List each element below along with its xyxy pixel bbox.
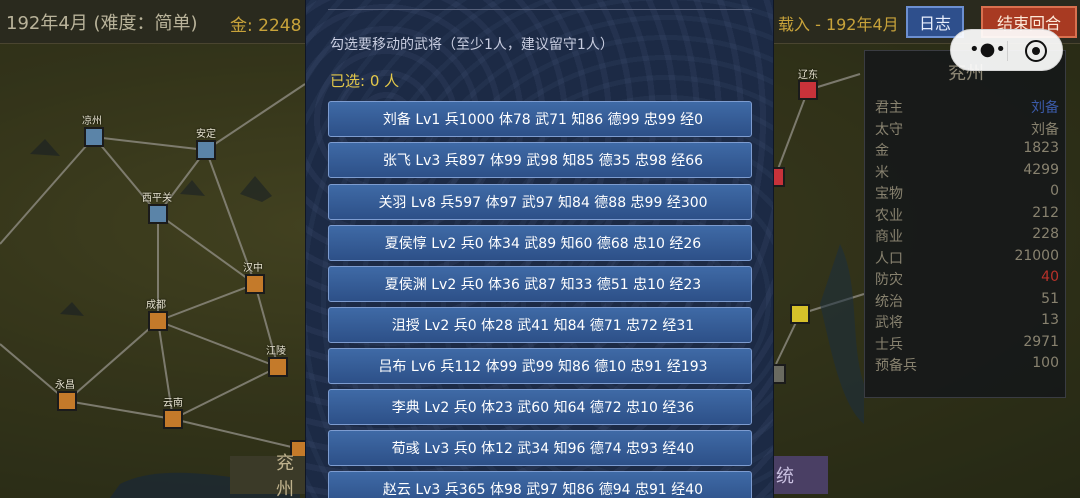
general-stats: 刘备 Lv1 兵1000 体78 武71 知86 德99 忠99 经0 xyxy=(382,112,704,128)
city-marker[interactable] xyxy=(84,127,104,147)
info-row: 金 1823 xyxy=(875,140,1059,160)
info-value: 228 xyxy=(1032,226,1059,242)
move-generals-dialog: 勾选要移动的武将（至少1人，建议留守1人） 已选: 0 人 刘备 Lv1 兵10… xyxy=(305,0,774,498)
info-row: 士兵 2971 xyxy=(875,334,1059,354)
info-key: 米 xyxy=(875,164,889,181)
general-option[interactable]: 赵云 Lv3 兵365 体98 武97 知86 德94 忠91 经40 xyxy=(328,471,752,498)
general-stats: 夏侯惇 Lv2 兵0 体34 武89 知60 德68 忠10 经26 xyxy=(384,236,702,252)
log-button[interactable]: 日志 xyxy=(906,6,964,38)
general-stats: 张飞 Lv3 兵897 体99 武98 知85 德35 忠98 经66 xyxy=(382,153,704,169)
info-value: 100 xyxy=(1032,355,1059,371)
city-label: 凉州 xyxy=(82,116,102,127)
info-value: 2971 xyxy=(1023,333,1059,350)
general-option[interactable]: 荀彧 Lv3 兵0 体12 武34 知96 德74 忠93 经40 xyxy=(328,430,752,466)
city-label: 成都 xyxy=(146,300,166,311)
bottom-city-tab[interactable]: 兖州 xyxy=(230,453,306,498)
info-key: 武将 xyxy=(875,315,903,331)
general-option[interactable]: 刘备 Lv1 兵1000 体78 武71 知86 德99 忠99 经0 xyxy=(328,101,752,137)
city-marker[interactable] xyxy=(57,391,77,411)
general-option[interactable]: 关羽 Lv8 兵597 体97 武97 知84 德88 忠99 经300 xyxy=(328,184,752,220)
info-row: 米 4299 xyxy=(875,162,1059,182)
info-row: 宝物 0 xyxy=(875,183,1059,203)
info-key: 农业 xyxy=(875,207,903,224)
general-option[interactable]: 沮授 Lv2 兵0 体28 武41 知84 德71 忠72 经31 xyxy=(328,307,752,343)
city-label: 永昌 xyxy=(55,380,75,391)
info-value: 212 xyxy=(1032,204,1059,221)
bottom-command-tab[interactable]: 统 xyxy=(774,456,828,494)
info-row: 预备兵 100 xyxy=(875,355,1059,375)
general-stats: 沮授 Lv2 兵0 体28 武41 知84 德71 忠72 经31 xyxy=(391,318,695,334)
info-key: 金 xyxy=(875,143,889,159)
info-value: 刘备 xyxy=(1031,121,1059,138)
city-marker[interactable] xyxy=(196,140,216,160)
city-label: 云南 xyxy=(163,398,183,409)
info-key: 士兵 xyxy=(875,336,903,353)
city-marker[interactable] xyxy=(790,304,810,324)
info-value: 0 xyxy=(1050,183,1059,199)
general-option[interactable]: 李典 Lv2 兵0 体23 武60 知64 德72 忠10 经36 xyxy=(328,389,752,425)
info-value: 51 xyxy=(1041,290,1059,307)
info-key: 商业 xyxy=(875,229,903,245)
info-key: 宝物 xyxy=(875,186,903,202)
city-info-panel: 兖州 君主 刘备 太守 刘备金 1823 米 4299 宝物 0 农业 212 商业 228 人口 2100… xyxy=(864,50,1066,398)
info-value: 40 xyxy=(1041,269,1059,285)
info-row: 防灾 40 xyxy=(875,269,1059,289)
info-row: 人口 21000 xyxy=(875,248,1059,268)
general-option[interactable]: 吕布 Lv6 兵112 体99 武99 知86 德10 忠91 经193 xyxy=(328,348,752,384)
info-row: 农业 212 xyxy=(875,205,1059,225)
general-stats: 关羽 Lv8 兵597 体97 武97 知84 德88 忠99 经300 xyxy=(378,195,708,211)
city-marker[interactable] xyxy=(148,204,168,224)
info-key: 太守 xyxy=(875,121,903,138)
close-target-icon[interactable] xyxy=(1025,40,1047,62)
general-option[interactable]: 张飞 Lv3 兵897 体99 武98 知85 德35 忠98 经66 xyxy=(328,142,752,178)
general-stats: 吕布 Lv6 兵112 体99 武99 知86 德10 忠91 经193 xyxy=(378,359,708,375)
game-date-difficulty: 192年4月 (难度：简单) xyxy=(6,13,198,34)
info-value: 刘备 xyxy=(1031,100,1059,116)
general-stats: 荀彧 Lv3 兵0 体12 武34 知96 德74 忠93 经40 xyxy=(391,441,695,457)
general-option[interactable]: 夏侯惇 Lv2 兵0 体34 武89 知60 德68 忠10 经26 xyxy=(328,225,752,261)
info-value: 13 xyxy=(1041,312,1059,328)
info-row: 商业 228 xyxy=(875,226,1059,246)
city-label: 西平关 xyxy=(142,193,172,204)
city-label: 汉中 xyxy=(243,263,263,274)
game-screen: 192年4月 (难度：简单) 金: 2248 载入 - 192年4月 日志 结束… xyxy=(0,0,1080,498)
general-stats: 赵云 Lv3 兵365 体98 武97 知86 德94 忠91 经40 xyxy=(382,482,704,498)
info-key: 预备兵 xyxy=(875,358,917,374)
selected-count: 已选: 0 人 xyxy=(330,72,400,90)
capsule-divider xyxy=(1007,41,1008,61)
info-key: 防灾 xyxy=(875,272,903,288)
city-marker[interactable] xyxy=(245,274,265,294)
general-stats: 夏侯渊 Lv2 兵0 体36 武87 知33 德51 忠10 经23 xyxy=(384,277,702,293)
city-marker[interactable] xyxy=(163,409,183,429)
loaded-save-label: 载入 - 192年4月 xyxy=(778,15,899,34)
info-value: 21000 xyxy=(1014,247,1059,264)
city-marker[interactable] xyxy=(148,311,168,331)
info-key: 君主 xyxy=(875,100,903,116)
city-label: 辽东 xyxy=(798,70,818,81)
info-row: 太守 刘备 xyxy=(875,119,1059,139)
info-value: 1823 xyxy=(1023,140,1059,156)
general-stats: 李典 Lv2 兵0 体23 武60 知64 德72 忠10 经36 xyxy=(391,400,695,416)
info-key: 人口 xyxy=(875,250,903,267)
city-marker[interactable] xyxy=(798,80,818,100)
gold-counter: 金: 2248 xyxy=(230,16,302,36)
city-label: 安定 xyxy=(196,129,216,140)
info-row: 统治 51 xyxy=(875,291,1059,311)
dialog-top-divider xyxy=(328,0,752,10)
city-marker[interactable] xyxy=(268,357,288,377)
more-dots-icon[interactable]: •●• xyxy=(969,41,1006,60)
info-row: 君主 刘备 xyxy=(875,97,1059,117)
general-option[interactable]: 夏侯渊 Lv2 兵0 体36 武87 知33 德51 忠10 经23 xyxy=(328,266,752,302)
info-row: 武将 13 xyxy=(875,312,1059,332)
dialog-instruction: 勾选要移动的武将（至少1人，建议留守1人） xyxy=(330,37,614,53)
miniprogram-capsule: •●• xyxy=(950,29,1063,71)
info-value: 4299 xyxy=(1023,161,1059,178)
city-label: 江陵 xyxy=(266,346,286,357)
info-key: 统治 xyxy=(875,293,903,310)
